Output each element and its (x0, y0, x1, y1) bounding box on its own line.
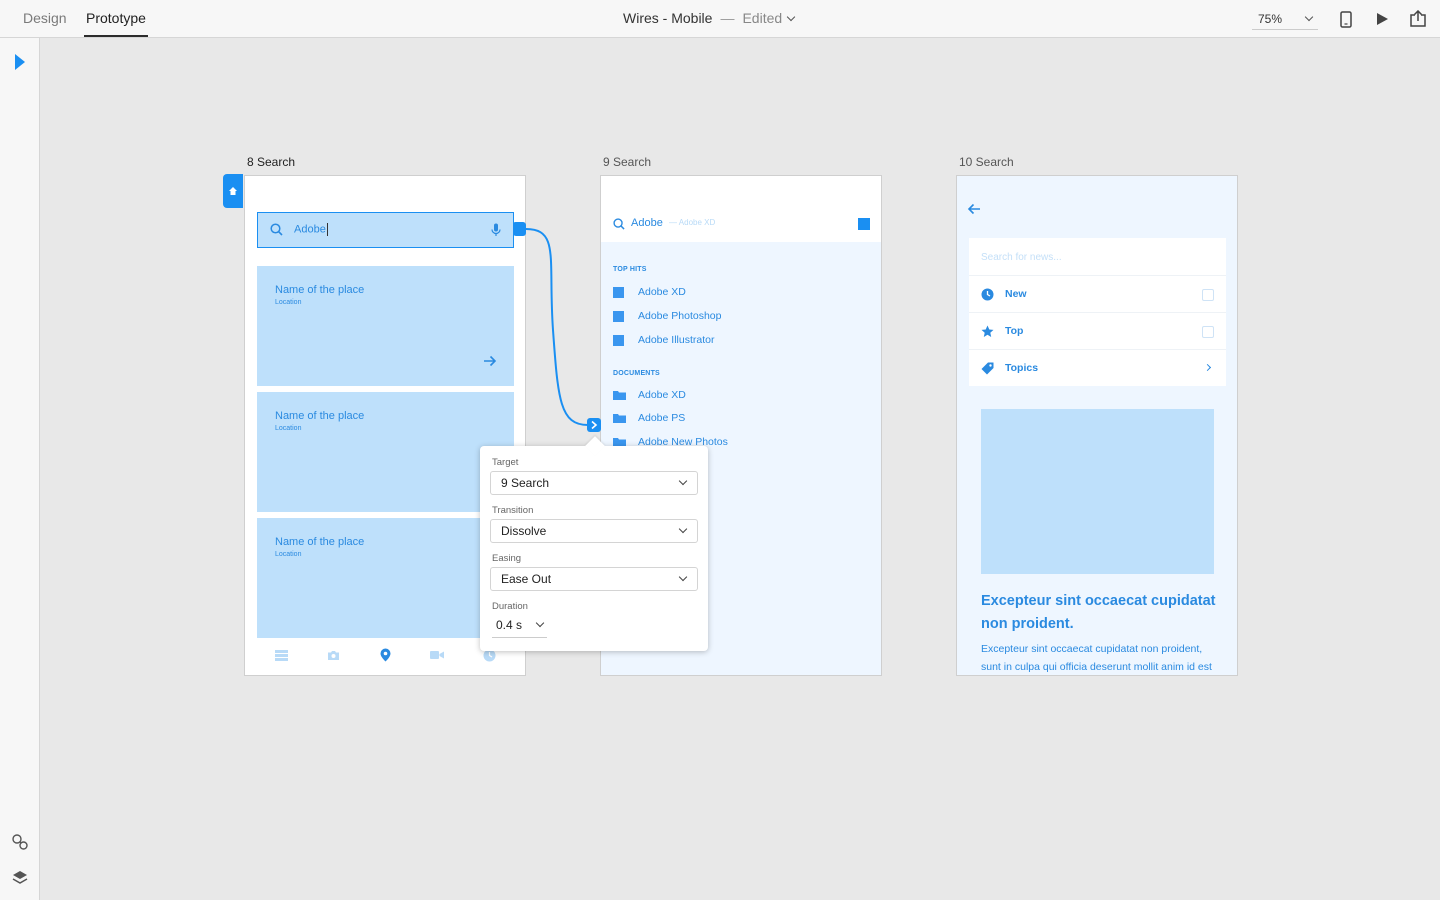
star-icon (980, 324, 994, 338)
place-card[interactable]: Name of the place Location (257, 266, 514, 386)
chevron-down-icon (678, 476, 688, 486)
article-body: Excepteur sint occaecat cupidatat non pr… (981, 643, 1212, 673)
left-toolbar (0, 38, 40, 900)
document-title-menu[interactable]: Wires - Mobile — Edited (623, 0, 796, 37)
section-title-top-hits: TOP HITS (613, 266, 647, 273)
top-bar: Design Prototype Wires - Mobile — Edited 7… (0, 0, 1440, 38)
assets-icon[interactable] (10, 832, 30, 852)
duration-value: 0.4 s (496, 618, 523, 632)
share-icon[interactable] (1408, 9, 1428, 29)
camera-icon[interactable] (325, 647, 341, 663)
result-label: Adobe Illustrator (638, 334, 715, 346)
document-status: Edited (742, 10, 783, 26)
place-location: Location (275, 551, 302, 558)
artboard-label-8-search[interactable]: 8 Search (247, 155, 295, 169)
transition-value: Dissolve (501, 524, 547, 538)
text-caret (326, 223, 328, 236)
artboard-label-10-search[interactable]: 10 Search (959, 155, 1014, 169)
duration-select[interactable]: 0.4 s (492, 616, 547, 638)
target-select[interactable]: 9 Search (490, 471, 698, 495)
easing-select[interactable]: Ease Out (490, 567, 698, 591)
device-preview-icon[interactable] (1336, 9, 1356, 29)
place-name: Name of the place (275, 284, 365, 296)
search-query: Adobe (631, 217, 663, 229)
chevron-down-icon (678, 572, 688, 582)
easing-value: Ease Out (501, 572, 552, 586)
app-icon (613, 335, 624, 346)
home-icon (229, 187, 237, 195)
easing-label: Easing (492, 553, 522, 564)
interaction-popover: Target 9 Search Transition Dissolve Easi… (480, 436, 708, 651)
select-tool-icon[interactable] (10, 52, 30, 72)
transition-label: Transition (492, 505, 534, 516)
search-icon (270, 223, 283, 241)
place-name: Name of the place (275, 410, 365, 422)
chevron-right-icon (1203, 363, 1212, 372)
layers-icon[interactable] (10, 868, 30, 888)
search-bar[interactable]: Adobe (257, 212, 514, 248)
search-input-value: Adobe (294, 223, 326, 236)
list-icon[interactable] (273, 647, 289, 663)
location-pin-icon[interactable] (377, 647, 393, 663)
folder-icon (613, 413, 626, 426)
duration-label: Duration (492, 601, 528, 612)
news-search-placeholder[interactable]: Search for news... (981, 252, 1062, 263)
chevron-down-icon (786, 12, 796, 22)
tab-prototype[interactable]: Prototype (84, 0, 148, 37)
zoom-value: 75% (1258, 12, 1283, 26)
place-location: Location (275, 299, 302, 306)
title-separator: — (720, 10, 735, 26)
filter-label: Topics (1005, 362, 1039, 374)
square-placeholder-icon (858, 218, 870, 230)
clock-icon (980, 287, 994, 301)
section-title-documents: DOCUMENTS (613, 370, 660, 377)
filter-label: New (1005, 288, 1027, 300)
document-title: Wires - Mobile (623, 10, 713, 26)
filter-row-top[interactable]: Top (969, 312, 1226, 349)
filter-row-topics[interactable]: Topics (969, 349, 1226, 386)
target-label: Target (492, 457, 519, 468)
filter-label: Top (1005, 325, 1024, 337)
tag-icon (980, 361, 994, 375)
transition-select[interactable]: Dissolve (490, 519, 698, 543)
artboard-10-search[interactable]: Search for news... New Top Topics Except… (956, 175, 1238, 676)
place-location: Location (275, 425, 302, 432)
target-value: 9 Search (501, 476, 550, 490)
document-label: Adobe PS (638, 412, 686, 424)
tab-design[interactable]: Design (23, 0, 67, 37)
result-label: Adobe XD (638, 286, 686, 298)
folder-icon (613, 390, 626, 403)
news-filter-panel: Search for news... New Top Topics (969, 238, 1226, 386)
place-card[interactable]: Name of the place Location (257, 392, 514, 512)
place-card[interactable]: Name of the place Location (257, 518, 514, 638)
place-name: Name of the place (275, 536, 365, 548)
play-icon[interactable] (1372, 9, 1392, 29)
artboard-label-9-search[interactable]: 9 Search (603, 155, 651, 169)
filter-checkbox[interactable] (1202, 326, 1214, 338)
search-icon (613, 217, 625, 235)
article-headline: Excepteur sint occaecat cupidatat non pr… (981, 593, 1216, 632)
search-header: Adobe — Adobe XD (601, 176, 881, 242)
filter-checkbox[interactable] (1202, 289, 1214, 301)
microphone-icon (491, 223, 501, 242)
chevron-down-icon (535, 618, 545, 628)
video-icon[interactable] (429, 647, 445, 663)
result-label: Adobe Photoshop (638, 310, 722, 322)
zoom-select[interactable]: 75% (1252, 8, 1318, 30)
chevron-down-icon (678, 524, 688, 534)
arrow-left-icon[interactable] (967, 202, 981, 220)
document-label: Adobe XD (638, 389, 686, 401)
hero-image-placeholder (981, 409, 1214, 574)
search-suggestion: — Adobe XD (669, 218, 716, 227)
app-icon (613, 287, 624, 298)
home-artboard-marker[interactable] (223, 174, 243, 208)
arrow-right-icon (483, 354, 497, 372)
chevron-down-icon (1304, 12, 1314, 22)
app-icon (613, 311, 624, 322)
filter-row-new[interactable]: New (969, 275, 1226, 312)
